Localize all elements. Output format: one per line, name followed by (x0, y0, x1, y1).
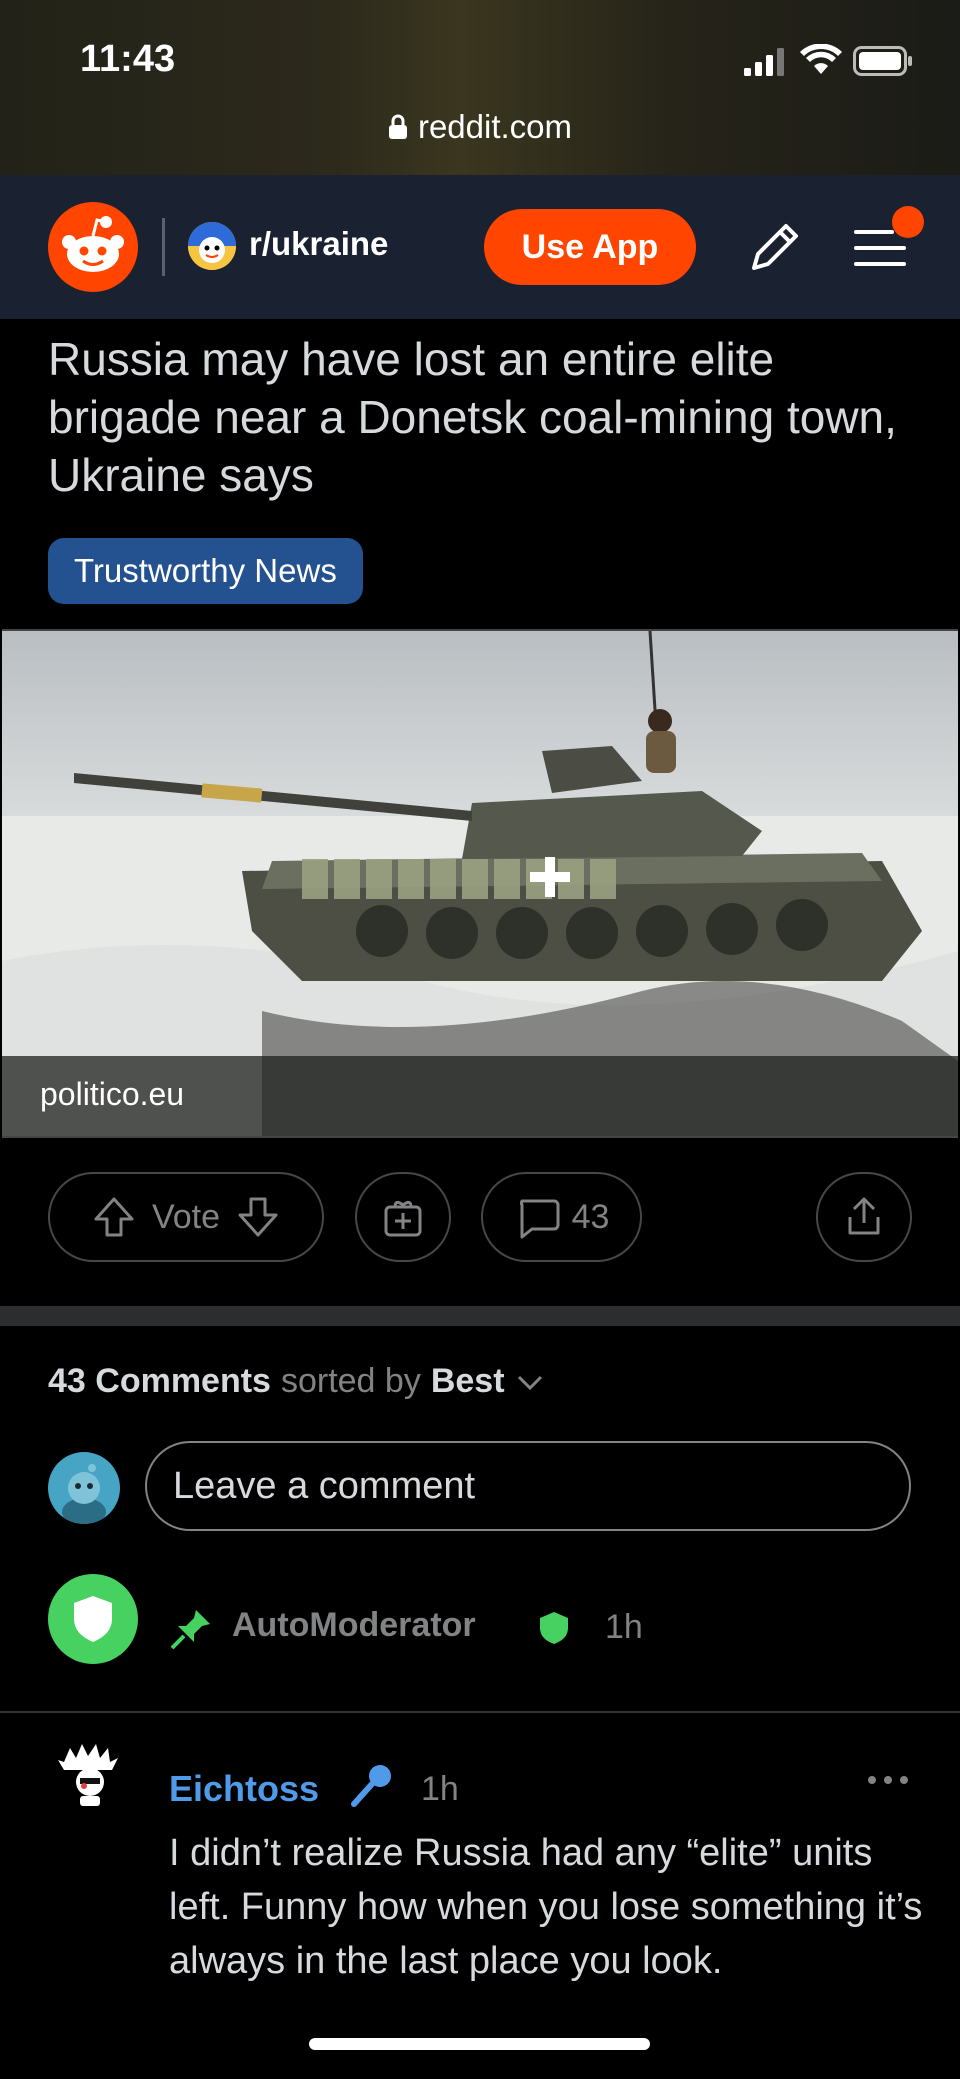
comment-body: I didn’t realize Russia had any “elite” … (169, 1832, 923, 1982)
sort-value: Best (430, 1362, 505, 1400)
comment-divider (0, 1711, 960, 1713)
microphone-icon (351, 1765, 391, 1807)
cellular-signal-icon (744, 48, 784, 76)
comment-input[interactable] (145, 1441, 911, 1531)
clock: 11:43 (80, 38, 176, 80)
post-thumbnail-image[interactable] (2, 629, 958, 1138)
upvote-icon[interactable] (90, 1193, 138, 1241)
share-icon (848, 1197, 880, 1235)
subreddit-name[interactable]: r/ukraine (249, 225, 388, 263)
pin-icon (170, 1610, 210, 1650)
post-title[interactable]: Russia may have lost an entire elite bri… (48, 330, 928, 504)
sorted-by-label: sorted by (280, 1362, 421, 1400)
share-button[interactable] (816, 1172, 912, 1262)
use-app-button[interactable]: Use App (484, 209, 696, 285)
pencil-icon[interactable] (744, 218, 804, 278)
url-text: reddit.com (417, 108, 573, 145)
user-avatar[interactable] (48, 1452, 120, 1524)
reddit-logo-icon[interactable] (48, 202, 138, 292)
comment-count: 43 (571, 1197, 610, 1236)
tank-in-snow-image (2, 631, 958, 1136)
award-button[interactable] (355, 1172, 451, 1262)
notification-dot (892, 206, 924, 238)
post-link-domain[interactable]: politico.eu (40, 1076, 184, 1113)
comment-timestamp: 1h (421, 1770, 459, 1808)
wifi-icon (800, 44, 842, 74)
automoderator-username[interactable]: AutoModerator (232, 1606, 476, 1645)
comments-sort-bar[interactable]: 43 Comments sorted by Best (48, 1362, 545, 1401)
more-options-icon[interactable] (866, 1770, 910, 1790)
home-indicator[interactable] (309, 2038, 650, 2050)
subreddit-icon[interactable] (188, 222, 236, 270)
chevron-down-icon (517, 1375, 542, 1390)
comments-count-label: 43 Comments (48, 1362, 271, 1400)
moderator-shield-icon (540, 1612, 568, 1644)
commenter-avatar[interactable] (50, 1740, 130, 1820)
downvote-icon[interactable] (234, 1193, 282, 1241)
vote-control: Vote (48, 1172, 324, 1262)
gift-icon (384, 1200, 422, 1237)
automoderator-timestamp: 1h (605, 1608, 643, 1646)
shield-icon (74, 1596, 112, 1642)
lock-icon (388, 114, 407, 139)
reddit-header (0, 175, 960, 319)
vote-label: Vote (151, 1197, 221, 1236)
header-divider (162, 218, 165, 276)
battery-icon (853, 46, 912, 76)
section-divider (0, 1306, 960, 1326)
comments-button[interactable]: 43 (481, 1172, 642, 1262)
automoderator-avatar[interactable] (48, 1574, 138, 1664)
comment-bubble-icon (519, 1199, 560, 1239)
address-bar[interactable]: reddit.com (0, 104, 960, 150)
commenter-username[interactable]: Eichtoss (169, 1768, 319, 1810)
post-flair[interactable]: Trustworthy News (48, 538, 363, 604)
